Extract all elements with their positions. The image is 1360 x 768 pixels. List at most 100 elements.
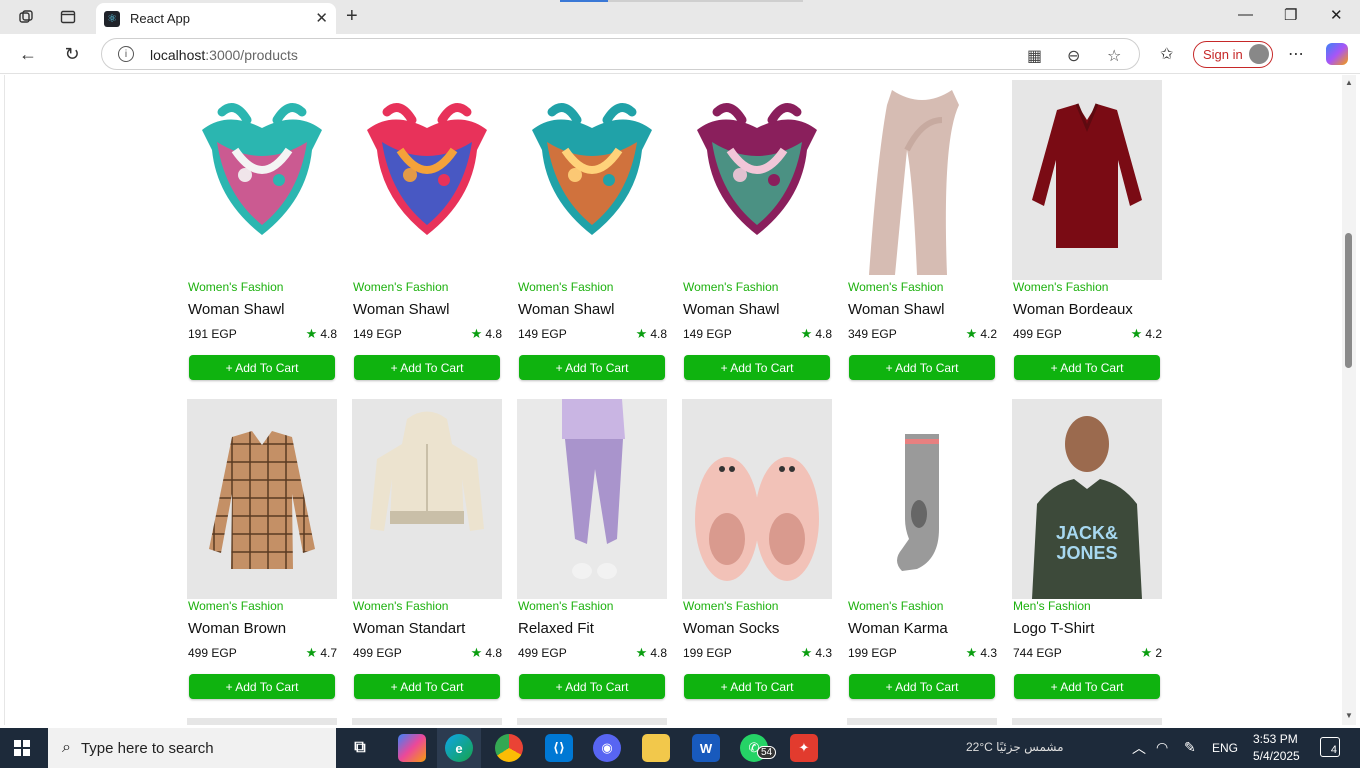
add-to-cart-button[interactable]: + Add To Cart bbox=[519, 355, 665, 380]
pen-icon[interactable]: ✎ bbox=[1184, 739, 1196, 756]
weather-widget[interactable]: 22°C مشمس جزئيًا bbox=[966, 740, 1064, 754]
product-card[interactable]: Women's Fashion Woman Bordeaux 499 EGP ★… bbox=[1012, 80, 1162, 380]
add-to-cart-button[interactable]: + Add To Cart bbox=[354, 355, 500, 380]
language-indicator[interactable]: ENG bbox=[1212, 741, 1238, 755]
close-window-icon[interactable]: ✕ bbox=[1330, 6, 1343, 24]
product-card-partial[interactable] bbox=[187, 718, 337, 725]
add-to-cart-button[interactable]: + Add To Cart bbox=[1014, 355, 1160, 380]
add-to-cart-button[interactable]: + Add To Cart bbox=[849, 355, 995, 380]
notifications-icon[interactable]: 4 bbox=[1320, 737, 1340, 757]
sign-in-button[interactable]: Sign in bbox=[1193, 41, 1273, 68]
product-category: Men's Fashion bbox=[1013, 599, 1091, 613]
zoom-icon[interactable]: ⊖ bbox=[1067, 46, 1080, 66]
product-rating: ★ 4.8 bbox=[635, 645, 667, 660]
copilot-taskbar-icon[interactable] bbox=[398, 734, 426, 762]
product-image[interactable] bbox=[847, 80, 997, 280]
product-price: 499 EGP bbox=[188, 646, 237, 660]
favorite-star-icon[interactable]: ☆ bbox=[1107, 46, 1121, 66]
new-tab-button[interactable]: + bbox=[346, 5, 358, 28]
product-card[interactable]: Women's Fashion Woman Socks 199 EGP ★ 4.3… bbox=[682, 399, 832, 699]
whatsapp-badge: 54 bbox=[757, 746, 777, 759]
product-name: Woman Shawl bbox=[683, 301, 780, 318]
product-price: 349 EGP bbox=[848, 327, 897, 341]
scroll-down-icon[interactable]: ▼ bbox=[1345, 711, 1353, 720]
close-tab-icon[interactable]: ✕ bbox=[315, 9, 328, 27]
product-card[interactable]: Women's Fashion Woman Standart 499 EGP ★… bbox=[352, 399, 502, 699]
product-price: 149 EGP bbox=[518, 327, 567, 341]
windows-taskbar: ⌕ Type here to search ⧉ e ⟨⟩ ◉ W ✆ 54 ✦ … bbox=[0, 728, 1360, 768]
scroll-up-icon[interactable]: ▲ bbox=[1345, 78, 1353, 87]
product-image[interactable] bbox=[352, 80, 502, 280]
add-to-cart-button[interactable]: + Add To Cart bbox=[189, 674, 335, 699]
svg-text:JONES: JONES bbox=[1056, 543, 1117, 563]
product-image[interactable] bbox=[682, 80, 832, 280]
favorites-icon[interactable]: ✩ bbox=[1160, 44, 1173, 64]
product-card-partial[interactable] bbox=[517, 718, 667, 725]
product-card[interactable]: Women's Fashion Woman Brown 499 EGP ★ 4.7… bbox=[187, 399, 337, 699]
tab-actions-icon[interactable] bbox=[54, 5, 82, 29]
add-to-cart-button[interactable]: + Add To Cart bbox=[849, 674, 995, 699]
back-arrow-icon[interactable]: ← bbox=[15, 42, 41, 66]
add-to-cart-button[interactable]: + Add To Cart bbox=[1014, 674, 1160, 699]
clock-time[interactable]: 3:53 PM bbox=[1253, 732, 1298, 746]
product-card[interactable]: Women's Fashion Woman Shawl 191 EGP ★ 4.8… bbox=[187, 80, 337, 380]
clock-date[interactable]: 5/4/2025 bbox=[1253, 749, 1300, 763]
edge-browser-icon[interactable]: e bbox=[445, 734, 473, 762]
vscode-icon[interactable]: ⟨⟩ bbox=[545, 734, 573, 762]
product-card-partial[interactable] bbox=[682, 718, 832, 725]
app-icon[interactable]: ✦ bbox=[790, 734, 818, 762]
product-image[interactable] bbox=[1012, 80, 1162, 280]
url-text[interactable]: localhost:3000/products bbox=[150, 47, 298, 63]
workspaces-icon[interactable] bbox=[12, 5, 40, 29]
word-icon[interactable]: W bbox=[692, 734, 720, 762]
task-view-icon[interactable]: ⧉ bbox=[346, 734, 374, 762]
add-to-cart-button[interactable]: + Add To Cart bbox=[684, 674, 830, 699]
add-to-cart-button[interactable]: + Add To Cart bbox=[189, 355, 335, 380]
taskbar-search[interactable]: ⌕ Type here to search bbox=[48, 728, 336, 768]
copilot-icon[interactable] bbox=[1326, 43, 1348, 65]
star-icon: ★ bbox=[305, 645, 318, 660]
product-image[interactable] bbox=[187, 80, 337, 280]
product-card[interactable]: Women's Fashion Woman Shawl 149 EGP ★ 4.8… bbox=[682, 80, 832, 380]
product-image[interactable]: JACK& JONES bbox=[1012, 399, 1162, 599]
discord-icon[interactable]: ◉ bbox=[593, 734, 621, 762]
product-name: Woman Shawl bbox=[848, 301, 945, 318]
product-card[interactable]: Women's Fashion Relaxed Fit 499 EGP ★ 4.8… bbox=[517, 399, 667, 699]
show-hidden-icons-icon[interactable]: ︿ bbox=[1132, 738, 1146, 758]
product-card-partial[interactable] bbox=[352, 718, 502, 725]
restore-icon[interactable]: ❐ bbox=[1284, 6, 1297, 24]
product-card[interactable]: Women's Fashion Woman Shawl 349 EGP ★ 4.2… bbox=[847, 80, 997, 380]
product-card[interactable]: Women's Fashion Woman Shawl 149 EGP ★ 4.8… bbox=[517, 80, 667, 380]
product-image[interactable] bbox=[847, 399, 997, 599]
browser-toolbar: ← ↻ i localhost:3000/products ▦ ⊖ ☆ ✩ Si… bbox=[0, 34, 1360, 74]
tab-react-app[interactable]: ⚛ React App ✕ bbox=[96, 3, 336, 34]
wifi-icon[interactable]: ◠ bbox=[1156, 739, 1168, 756]
product-image[interactable] bbox=[187, 399, 337, 599]
product-rating: ★ 4.8 bbox=[470, 326, 502, 341]
product-card[interactable]: JACK& JONES Men's Fashion Logo T-Shirt 7… bbox=[1012, 399, 1162, 699]
star-icon: ★ bbox=[305, 326, 318, 341]
file-explorer-icon[interactable] bbox=[642, 734, 670, 762]
app-available-icon[interactable]: ▦ bbox=[1027, 46, 1042, 66]
product-card-partial[interactable] bbox=[1012, 718, 1162, 725]
vertical-scrollbar[interactable]: ▲ ▼ bbox=[1342, 75, 1356, 725]
more-options-icon[interactable]: ⋯ bbox=[1288, 44, 1304, 64]
site-info-icon[interactable]: i bbox=[118, 46, 134, 62]
product-image[interactable] bbox=[517, 80, 667, 280]
product-image[interactable] bbox=[682, 399, 832, 599]
chrome-icon[interactable] bbox=[495, 734, 523, 762]
windows-start-icon[interactable] bbox=[14, 740, 30, 756]
product-card-partial[interactable] bbox=[847, 718, 997, 725]
address-bar[interactable]: i localhost:3000/products ▦ ⊖ ☆ bbox=[101, 38, 1140, 70]
product-image[interactable] bbox=[517, 399, 667, 599]
add-to-cart-button[interactable]: + Add To Cart bbox=[519, 674, 665, 699]
scroll-thumb[interactable] bbox=[1345, 233, 1352, 368]
minimize-icon[interactable]: — bbox=[1238, 6, 1253, 23]
add-to-cart-button[interactable]: + Add To Cart bbox=[354, 674, 500, 699]
product-card[interactable]: Women's Fashion Woman Karma 199 EGP ★ 4.3… bbox=[847, 399, 997, 699]
refresh-icon[interactable]: ↻ bbox=[59, 42, 85, 66]
star-icon: ★ bbox=[470, 645, 483, 660]
product-image[interactable] bbox=[352, 399, 502, 599]
add-to-cart-button[interactable]: + Add To Cart bbox=[684, 355, 830, 380]
product-card[interactable]: Women's Fashion Woman Shawl 149 EGP ★ 4.8… bbox=[352, 80, 502, 380]
